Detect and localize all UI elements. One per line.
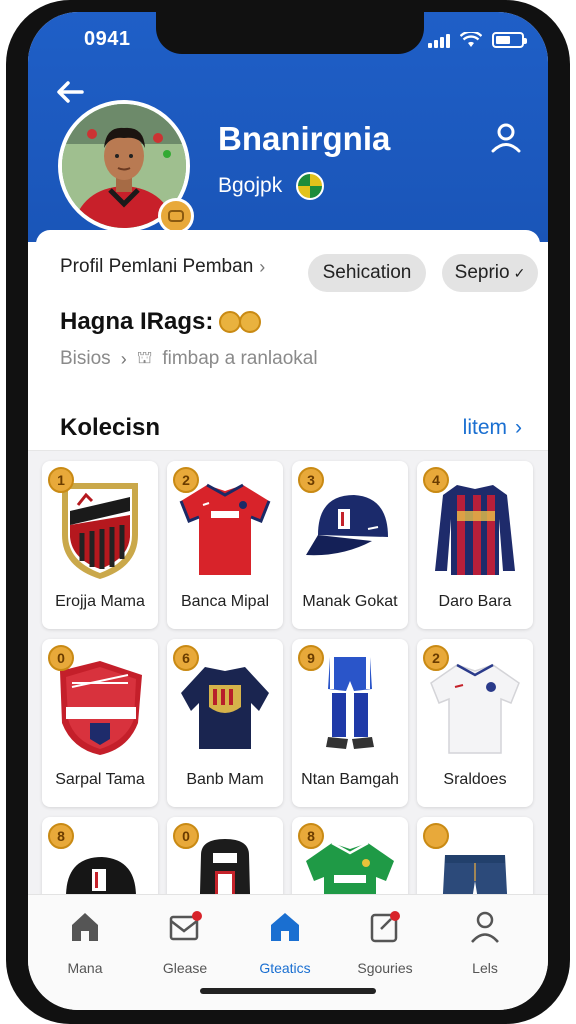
rank-badge-icon — [423, 823, 449, 849]
coin-icon — [219, 311, 242, 333]
collection-item[interactable]: 2 Banca Mipal — [167, 461, 283, 629]
wifi-icon — [460, 32, 482, 47]
edit-icon — [370, 911, 400, 943]
profile-header: 0941 Bnanirgnia Bgojpk — [28, 12, 548, 242]
battery-icon — [492, 32, 527, 48]
club-logo-icon — [296, 172, 325, 200]
collection-item[interactable]: 6 Banb Mam — [167, 639, 283, 807]
person-icon — [471, 911, 499, 943]
nav-item-stories[interactable]: Sgouries — [340, 909, 430, 976]
stadium-icon: ⛫ — [136, 348, 153, 367]
phone-frame: 0 9 4 1 Bnanirgnia Bgojpk Profil Pemlani Pe… — [6, 0, 570, 1024]
item-label: Manak Gokat — [302, 593, 398, 610]
person-icon[interactable] — [486, 118, 526, 158]
collection-item[interactable]: 2 Sraldoes — [417, 639, 533, 807]
profile-name: Bnanirgnia — [218, 120, 391, 157]
item-label: Daro Bara — [438, 593, 512, 610]
collection-item[interactable]: 3 Manak Gokat — [292, 461, 408, 629]
home-indicator[interactable] — [200, 988, 376, 994]
item-label: Erojja Mama — [55, 593, 145, 610]
tag-title: Hagna IRags: — [60, 308, 214, 335]
mail-icon — [169, 911, 202, 941]
collection-item[interactable]: 4 Daro Bara — [417, 461, 533, 629]
nav-item-messages[interactable]: Glease — [140, 909, 230, 976]
sub-info-value: fimbap a ranlaokal — [162, 348, 318, 369]
item-label: Banca Mipal — [180, 593, 270, 610]
collection-grid: 1 Erojja Mama 2 Banca Mipal 3 Manak Goka… — [42, 461, 534, 910]
home-icon — [72, 913, 98, 941]
chevron-down-icon: ✓ — [513, 264, 526, 281]
rank-badge-icon: 1 — [48, 467, 74, 493]
rank-badge-icon: 2 — [173, 467, 199, 493]
breadcrumb[interactable]: Profil Pemlani Pemban › — [60, 256, 265, 278]
profile-subtitle: Bgojpk — [218, 172, 325, 200]
rank-badge-icon: 8 — [48, 823, 74, 849]
screen: 0 9 4 1 Bnanirgnia Bgojpk Profil Pemlani Pe… — [28, 12, 548, 1010]
tag-heading: Hagna IRags: — [60, 308, 262, 336]
chevron-right-icon: › — [259, 256, 266, 277]
section-title: Kolecisn — [60, 414, 161, 441]
sub-info-label: Bisios — [60, 348, 111, 369]
chevron-right-icon: › — [120, 348, 127, 369]
item-label: Ntan Bamgah — [301, 771, 399, 788]
nav-item-statistics[interactable]: Gteatics — [240, 909, 330, 976]
rank-badge-icon: 3 — [298, 467, 324, 493]
nav-label: Sgouries — [357, 960, 413, 976]
nav-item-profile[interactable]: Lels — [440, 909, 530, 976]
nav-label: Gteatics — [259, 960, 311, 976]
rank-badge-icon: 2 — [423, 645, 449, 671]
rank-badge-icon: 6 — [173, 645, 199, 671]
chevron-right-icon: › — [515, 416, 522, 439]
coin-icon — [239, 311, 262, 333]
filter-chip[interactable]: Sehication — [308, 254, 426, 292]
rank-badge-icon: 9 — [298, 645, 324, 671]
rank-badge-icon: 8 — [298, 823, 324, 849]
section-link[interactable]: litem › — [463, 416, 522, 440]
rank-badge-icon: 0 — [48, 645, 74, 671]
collection-item[interactable]: 1 Erojja Mama — [42, 461, 158, 629]
nav-label: Glease — [162, 960, 208, 976]
collection-item[interactable]: 0 Sarpal Tama — [42, 639, 158, 807]
collection-item[interactable]: 9 Ntan Bamgah — [292, 639, 408, 807]
status-icons — [428, 32, 527, 48]
camera-notch — [156, 12, 424, 54]
verified-badge-icon — [158, 198, 194, 234]
breadcrumb-label: Profil Pemlani Pemban — [60, 256, 254, 277]
house-icon — [271, 913, 299, 941]
back-arrow-icon[interactable] — [50, 72, 90, 112]
rank-badge-icon: 0 — [173, 823, 199, 849]
dropdown-chip[interactable]: Seprio ✓ — [442, 254, 538, 292]
sub-info-row: Bisios › ⛫ fimbap a ranlaokal — [60, 348, 318, 370]
nav-label: Mana — [67, 960, 103, 976]
item-label: Banb Mam — [186, 771, 264, 788]
item-label: Sraldoes — [443, 771, 507, 788]
profile-club-name: Bgojpk — [218, 174, 283, 197]
profile-card: Profil Pemlani Pemban › Sehication Sepri… — [36, 230, 540, 462]
item-label: Sarpal Tama — [55, 771, 145, 788]
dropdown-chip-label: Seprio — [454, 262, 510, 283]
status-time: 0941 — [84, 28, 131, 50]
nav-label: Lels — [472, 960, 498, 976]
collection-grid-container[interactable]: 1 Erojja Mama 2 Banca Mipal 3 Manak Goka… — [28, 450, 548, 910]
nav-item-home[interactable]: Mana — [40, 909, 130, 976]
signal-icon — [428, 34, 450, 48]
section-link-label: litem — [462, 416, 507, 439]
rank-badge-icon: 4 — [423, 467, 449, 493]
